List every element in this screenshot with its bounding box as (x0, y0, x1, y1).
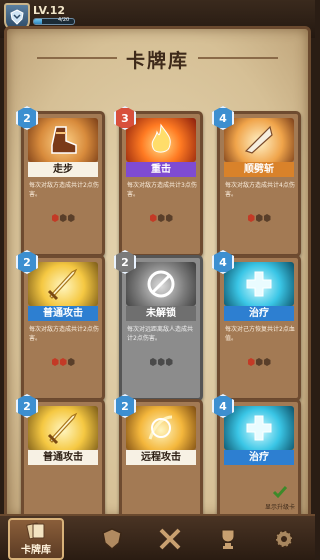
card-art (224, 118, 294, 162)
upgrade-pip (263, 358, 271, 366)
card-basic-attack-2[interactable]: 2 普通攻击 (16, 394, 105, 517)
shield-badge-icon (102, 528, 122, 550)
lock-icon (147, 270, 175, 298)
card-name: 顺劈斩 (224, 162, 294, 177)
card-ranged-attack[interactable]: 2 远程攻击 (114, 394, 203, 517)
card-description: 每次对敌方造成共计2点伤害。 (29, 326, 99, 342)
ranged-slash-icon (148, 415, 173, 440)
trophy-icon (221, 529, 235, 549)
bottom-nav: 卡牌库 (0, 514, 315, 560)
heal-cross-icon (246, 271, 272, 297)
card-art (224, 262, 294, 306)
card-description: 每次对敌方造成共计4点伤害。 (225, 182, 295, 198)
tab-heroes[interactable] (84, 518, 140, 560)
page-title: 卡牌库 (125, 50, 189, 72)
upgrade-pip (247, 214, 255, 222)
settings-gear-icon (275, 530, 293, 548)
card-heavy-strike[interactable]: 3 重击 每次对敌方造成共计3点伤害。 (114, 106, 203, 257)
card-art (126, 406, 196, 450)
card-art (28, 406, 98, 450)
card-name: 治疗 (224, 450, 294, 465)
title-divider-right (198, 57, 278, 59)
upgrade-pip (149, 358, 157, 366)
xp-bar-fill (34, 19, 42, 24)
upgrade-pip (255, 214, 263, 222)
boot-icon (51, 126, 77, 154)
show-upgradable-label: 显示升级卡 (265, 504, 296, 511)
player-level: LV.12 (33, 4, 66, 17)
tab-label: 卡牌库 (21, 545, 51, 556)
card-upgrade-pips (220, 214, 298, 222)
card-art (126, 262, 196, 306)
shield-badge-icon (10, 9, 24, 25)
card-name: 走步 (28, 162, 98, 177)
card-basic-attack[interactable]: 2 普通攻击 每次对敌方造成共计2点伤害。 (16, 250, 105, 401)
card-art (28, 262, 98, 306)
card-upgrade-pips (24, 358, 102, 366)
blade-icon (244, 125, 273, 154)
card-walk[interactable]: 2 走步 每次对敌方造成共计2点伤害。 (16, 106, 105, 257)
card-name: 治疗 (224, 306, 294, 321)
tab-battle[interactable] (142, 518, 198, 560)
heal-cross-icon (246, 415, 272, 441)
card-name: 普通攻击 (28, 306, 98, 321)
upgrade-pip (165, 358, 173, 366)
cards-icon (26, 522, 45, 540)
card-name: 重击 (126, 162, 196, 177)
xp-text: 4/20 (58, 17, 70, 23)
upgrade-pip (59, 358, 67, 366)
checkmark-icon (272, 484, 288, 500)
card-name: 远程攻击 (126, 450, 196, 465)
upgrade-pip (51, 358, 59, 366)
card-upgrade-pips (24, 214, 102, 222)
card-locked[interactable]: 2 未解锁 每次对远距离敌人造成共计2点伤害。 (114, 250, 203, 401)
upgrade-pip (157, 214, 165, 222)
show-upgradable-toggle[interactable]: 显示升级卡 (265, 484, 295, 511)
card-description: 每次对敌方造成共计3点伤害。 (127, 182, 197, 198)
upgrade-pip (149, 214, 157, 222)
card-art (126, 118, 196, 162)
card-art (28, 118, 98, 162)
card-cleave[interactable]: 4 顺劈斩 每次对敌方造成共计4点伤害。 (212, 106, 301, 257)
card-library-panel: 卡牌库 2 走步 每次对敌方造成共计2点伤害。 3 重击 每次对敌方造成共计3点… (4, 26, 311, 520)
card-name: 未解锁 (126, 306, 196, 321)
upgrade-pip (247, 358, 255, 366)
upgrade-pip (157, 358, 165, 366)
upgrade-pip (263, 214, 271, 222)
tab-card-library[interactable]: 卡牌库 (8, 518, 64, 560)
tab-settings[interactable] (256, 518, 312, 560)
card-upgrade-pips (122, 358, 200, 366)
card-art (224, 406, 294, 450)
upgrade-pip (51, 214, 59, 222)
card-heal[interactable]: 4 治疗 每次对己方恢复共计2点血值。 (212, 250, 301, 401)
sword-icon (47, 412, 78, 445)
upgrade-pip (59, 214, 67, 222)
tab-rankings[interactable] (200, 518, 256, 560)
sword-icon (47, 268, 78, 301)
upgrade-pip (165, 214, 173, 222)
card-upgrade-pips (122, 214, 200, 222)
card-description: 每次对己方恢复共计2点血值。 (225, 326, 295, 342)
card-name: 普通攻击 (28, 450, 98, 465)
card-description: 每次对敌方造成共计2点伤害。 (29, 182, 99, 198)
card-upgrade-pips (220, 358, 298, 366)
upgrade-pip (255, 358, 263, 366)
fire-icon (151, 123, 171, 153)
crossed-swords-icon (159, 528, 181, 550)
upgrade-pip (67, 358, 75, 366)
upgrade-pip (67, 214, 75, 222)
card-description: 每次对远距离敌人造成共计2点伤害。 (127, 326, 194, 342)
